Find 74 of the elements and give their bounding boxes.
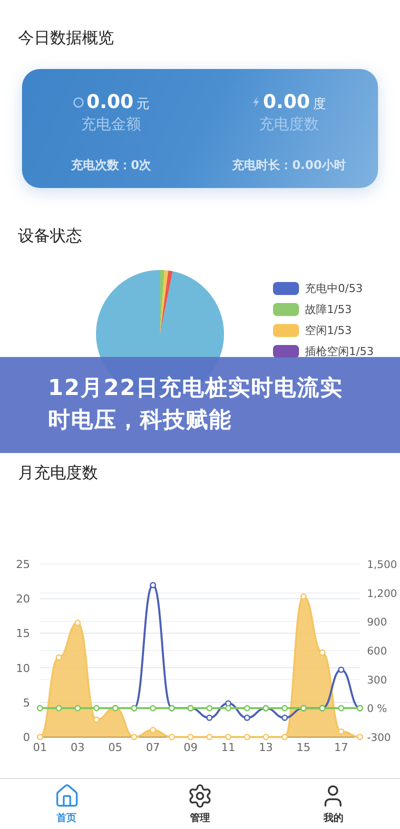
axis-label: 1,200 (367, 588, 398, 600)
data-point (206, 714, 213, 721)
stat-summary: 充电次数：0次 (70, 157, 152, 174)
stat-unit: 元 (136, 96, 150, 113)
data-point (244, 714, 250, 721)
stat-value: 0.00 (86, 91, 134, 113)
data-point (356, 734, 364, 740)
data-point (282, 734, 288, 740)
axis-label: 0 % (367, 703, 387, 716)
axis-label: 25 (16, 558, 30, 571)
legend-label: 充电中0/53 (305, 281, 363, 296)
data-point (150, 705, 156, 712)
axis-label: 13 (258, 741, 273, 754)
data-point (74, 620, 81, 626)
axis-label: 17 (334, 741, 348, 754)
data-point (338, 728, 344, 735)
headline: 12月22日充电桩实时电流实时电压，科技赋能 (48, 374, 344, 435)
data-point (93, 716, 100, 723)
data-point (206, 734, 213, 740)
axis-label: 600 (367, 646, 388, 658)
data-point (319, 649, 326, 656)
axis-label: 11 (221, 741, 236, 754)
data-point (36, 705, 44, 712)
axis-label: 07 (146, 741, 160, 754)
axis-label: 10 (16, 662, 30, 675)
data-point (130, 734, 138, 740)
legend-label: 空闲1/53 (305, 323, 352, 338)
axis-label: 300 (367, 674, 388, 686)
section-title: 今日数据概览 (17, 27, 115, 49)
axis-label: -300 (367, 732, 391, 744)
data-point (206, 705, 213, 712)
legend-label: 故障1/53 (305, 302, 352, 317)
home-icon (54, 783, 80, 809)
data-point (338, 705, 344, 712)
axis-label: 900 (367, 616, 388, 629)
stat-label: 充电度数 (259, 115, 319, 134)
axis-label: 0 (23, 731, 30, 744)
axis-label: 09 (184, 741, 198, 754)
coin-icon (72, 97, 84, 108)
data-point (225, 734, 232, 740)
section-title: 设备状态 (17, 225, 83, 247)
data-point (338, 666, 344, 673)
data-point (282, 705, 288, 712)
stat-value: 0.00 (263, 91, 310, 113)
data-point (74, 705, 81, 712)
data-point (36, 734, 44, 740)
stat-label: 充电金额 (81, 115, 141, 134)
data-point (56, 654, 62, 661)
lightning-icon (252, 96, 260, 108)
axis-label: 05 (108, 741, 122, 754)
data-point (150, 726, 156, 734)
data-point (56, 705, 62, 712)
axis-label: 15 (16, 627, 30, 640)
stat-summary: 充电时长：0.00小时 (232, 157, 346, 174)
data-point (168, 734, 175, 740)
axis-label: 01 (33, 741, 47, 754)
data-point (187, 734, 194, 740)
data-point (244, 734, 250, 740)
axis-label: 03 (70, 741, 85, 754)
section-title: 月充电度数 (17, 462, 99, 484)
data-point (300, 593, 307, 600)
legend-label: 插枪空闲1/53 (305, 344, 374, 359)
data-point (262, 734, 270, 740)
axis-label: 1,500 (367, 559, 398, 571)
axis-label: 15 (296, 741, 311, 754)
data-point (93, 705, 100, 712)
settings-icon (186, 783, 213, 809)
axis-label: 20 (16, 592, 30, 606)
data-point (244, 705, 250, 712)
axis-label: 5 (23, 696, 30, 710)
data-point (150, 582, 156, 588)
data-point (112, 705, 118, 712)
stat-unit: 度 (312, 96, 326, 113)
data-point (282, 714, 288, 721)
